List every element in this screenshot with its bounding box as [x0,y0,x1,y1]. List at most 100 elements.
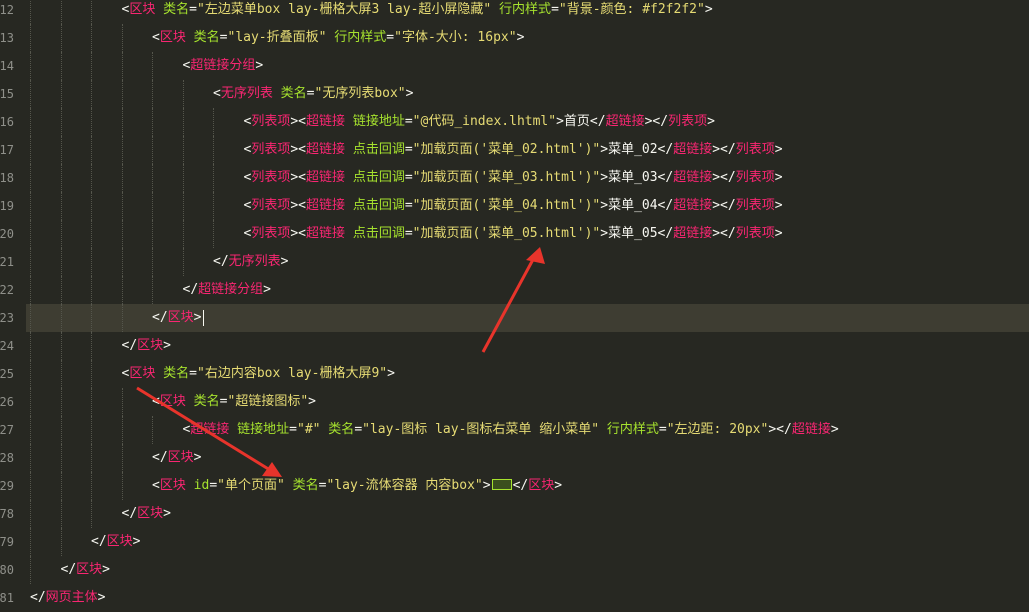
code-line[interactable]: 80 </区块> [0,556,1029,584]
code-token: 链接地址 [229,422,290,437]
code-token: </ [213,254,229,269]
indent-guide [121,304,123,332]
code-line[interactable]: 79 </区块> [0,528,1029,556]
indent-guide [182,164,184,192]
code-token: >< [290,198,306,213]
code-text: <区块 类名="右边内容box lay-栅格大屏9"> [122,360,395,388]
code-token: 点击回调 [345,226,405,241]
indent-guide [60,24,62,52]
code-line[interactable]: 16 <列表项><超链接 链接地址="@代码_index.lhtml">首页</超… [0,108,1029,136]
code-token: >菜单_03</ [600,170,674,185]
line-number: 20 [0,227,14,241]
code-text: <列表项><超链接 点击回调="加载页面('菜单_03.html')">菜单_0… [244,164,783,192]
line-number: 19 [0,199,14,213]
indent-guide [121,80,123,108]
code-line[interactable]: 17 <列表项><超链接 点击回调="加载页面('菜单_02.html')">菜单… [0,136,1029,164]
code-token: 区块 [528,478,555,493]
code-token: > [263,282,271,297]
indent-guide [152,276,153,304]
code-token: > [554,478,563,493]
code-token: 类名 [185,394,220,409]
code-line[interactable]: 20 <列表项><超链接 点击回调="加载页面('菜单_05.html')">菜单… [0,220,1029,248]
code-token: 区块 [167,450,194,465]
code-line[interactable]: 13 <区块 类名="lay-折叠面板" 行内样式="字体-大小: 16px"> [0,24,1029,52]
indent-guide [91,136,92,164]
code-line[interactable]: 27 <超链接 链接地址="#" 类名="lay-图标 lay-图标右菜单 缩小菜… [0,416,1029,444]
code-line[interactable]: 81 </网页主体> [0,584,1029,612]
indent-guide [60,108,62,136]
code-token: >< [290,142,306,157]
indent-guide [91,108,92,136]
code-text: <列表项><超链接 点击回调="加载页面('菜单_04.html')">菜单_0… [244,192,783,220]
code-text: <区块 类名="lay-折叠面板" 行内样式="字体-大小: 16px"> [152,24,524,52]
code-line[interactable]: 24 </区块> [0,332,1029,360]
code-token: = [551,2,559,17]
code-line[interactable]: 23 </区块> [0,304,1029,332]
code-token: 区块 [159,394,186,409]
line-number: 23 [0,311,14,325]
line-number: 14 [0,59,14,73]
code-token: 行内样式 [326,30,387,45]
code-line[interactable]: 12 <区块 类名="左边菜单box lay-栅格大屏3 lay-超小屏隐藏" 行… [0,0,1029,24]
code-line[interactable]: 28 </区块> [0,444,1029,472]
code-token: "左边菜单box lay-栅格大屏3 lay-超小屏隐藏" [197,2,492,17]
code-token: </ [121,338,138,353]
code-token: = [209,478,218,493]
code-token: 列表项 [251,142,291,157]
indent-guide [30,80,31,108]
code-token: ></ [712,170,736,185]
code-editor[interactable]: 12 <区块 类名="左边菜单box lay-栅格大屏3 lay-超小屏隐藏" 行… [0,0,1029,611]
indent-guide [152,192,153,220]
indent-guide [91,164,92,192]
indent-guide [30,276,31,304]
code-token: < [152,30,160,45]
code-token: "左边距: 20px" [666,422,769,437]
code-token: 超链接 [306,170,346,185]
code-line[interactable]: 14 <超链接分组> [0,52,1029,80]
code-token: 列表项 [735,226,775,241]
code-line[interactable]: 18 <列表项><超链接 点击回调="加载页面('菜单_03.html')">菜单… [0,164,1029,192]
indent-guide [30,220,31,248]
code-token: > [308,394,316,409]
indent-guide [60,416,62,444]
code-token: 类名 [320,422,355,437]
code-text: </超链接分组> [183,276,272,304]
folded-region-icon[interactable] [491,479,512,490]
code-token: "单个页面" [217,478,285,493]
code-line[interactable]: 26 <区块 类名="超链接图标"> [0,388,1029,416]
code-token: = [404,198,413,213]
code-token: = [289,422,297,437]
indent-guide [121,136,123,164]
code-line[interactable]: 15 <无序列表 类名="无序列表box"> [0,80,1029,108]
code-line[interactable]: 19 <列表项><超链接 点击回调="加载页面('菜单_04.html')">菜单… [0,192,1029,220]
code-token: 区块 [167,310,194,325]
code-token: > [830,422,839,437]
code-line[interactable]: 29 <区块 id="单个页面" 类名="lay-流体容器 内容box"> </区块… [0,472,1029,500]
code-token: > [774,198,783,213]
code-token: 超链接 [673,198,713,213]
code-line[interactable]: 78 </区块> [0,500,1029,528]
indent-guide [30,556,31,584]
code-text: </区块> [122,332,172,360]
code-token: 区块 [159,30,186,45]
indent-guide [30,416,31,444]
code-token: > [774,226,783,241]
code-line[interactable]: 25 <区块 类名="右边内容box lay-栅格大屏9"> [0,360,1029,388]
indent-guide [60,0,62,24]
code-token: "无序列表box" [314,86,406,101]
indent-guide [182,136,184,164]
code-token: </ [512,478,529,493]
code-text: <区块 类名="左边菜单box lay-栅格大屏3 lay-超小屏隐藏" 行内样… [122,0,713,24]
code-token: </ [152,310,168,325]
code-line[interactable]: 21 </无序列表> [0,248,1029,276]
code-text: <区块 类名="超链接图标"> [152,388,316,416]
code-text: <列表项><超链接 链接地址="@代码_index.lhtml">首页</超链接… [244,108,715,136]
code-token: > [193,310,202,325]
code-token: 超链接 [673,226,713,241]
line-number: 24 [0,339,14,353]
indent-guide [213,164,214,192]
line-number: 80 [0,563,14,577]
code-token: 列表项 [251,170,291,185]
code-token: </ [30,590,46,605]
code-line[interactable]: 22 </超链接分组> [0,276,1029,304]
